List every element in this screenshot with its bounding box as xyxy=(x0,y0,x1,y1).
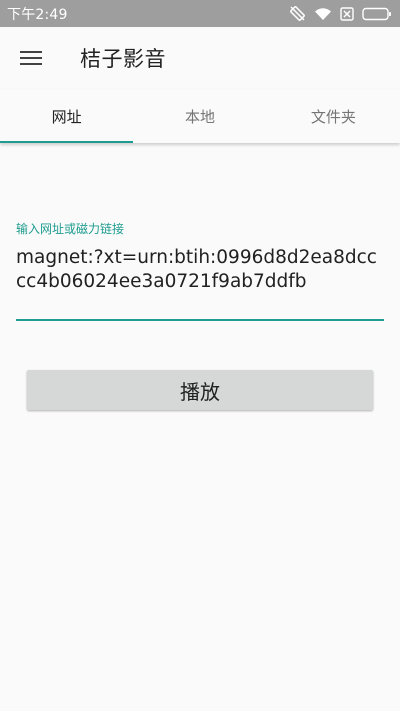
menu-button[interactable] xyxy=(0,27,62,89)
url-input[interactable]: magnet:?xt=urn:btih:0996d8d2ea8dcccc4b06… xyxy=(16,246,384,294)
wifi-icon xyxy=(314,7,332,21)
rotation-lock-icon xyxy=(289,5,306,22)
no-sim-icon xyxy=(340,6,354,21)
app-title: 桔子影音 xyxy=(80,47,166,71)
tab-url[interactable]: 网址 xyxy=(0,89,134,143)
battery-icon xyxy=(362,7,392,21)
tab-local[interactable]: 本地 xyxy=(133,89,266,143)
tab-bar: 网址 本地 文件夹 xyxy=(0,89,400,143)
status-bar: 下午2:49 xyxy=(0,0,400,27)
url-input-underline xyxy=(16,319,384,321)
tab-folder[interactable]: 文件夹 xyxy=(267,89,400,143)
url-field-label: 输入网址或磁力链接 xyxy=(16,222,125,236)
play-button[interactable]: 播放 xyxy=(27,370,373,410)
status-time: 下午2:49 xyxy=(7,6,68,23)
hamburger-menu-icon xyxy=(20,51,42,65)
status-icons xyxy=(289,5,392,22)
app-bar: 桔子影音 xyxy=(0,27,400,89)
url-tab-content: 输入网址或磁力链接 magnet:?xt=urn:btih:0996d8d2ea… xyxy=(0,143,400,711)
